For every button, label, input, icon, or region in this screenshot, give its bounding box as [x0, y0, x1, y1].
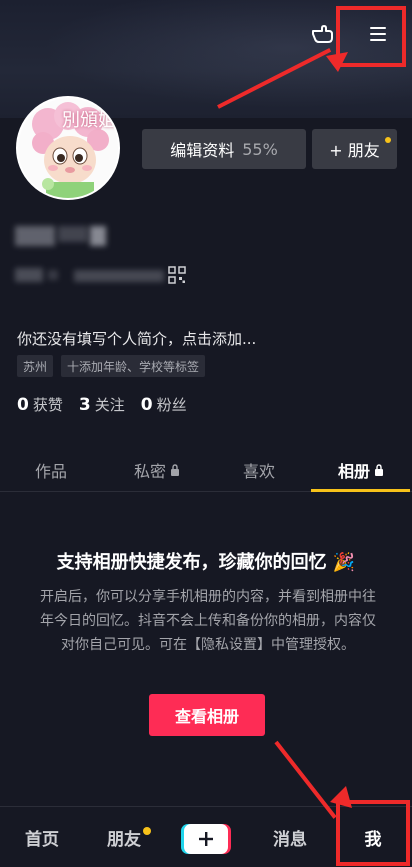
tab-private-label: 私密: [133, 462, 166, 481]
likes-count: 0: [17, 395, 29, 415]
edit-profile-label: 编辑资料: [170, 141, 235, 160]
view-album-label: 查看相册: [174, 707, 239, 726]
blurred-username: [15, 226, 55, 246]
annotation-arrowhead-menu: [326, 52, 348, 72]
avatar[interactable]: 別頒姐: [16, 96, 120, 200]
add-tags-button[interactable]: 十添加年龄、学校等标签: [61, 355, 206, 377]
friend-notification-dot: [385, 137, 391, 143]
tab-album-label: 相册: [337, 462, 370, 481]
content-tabs: 作品 私密 喜欢 相册: [0, 448, 412, 492]
nav-messages[interactable]: 消息: [262, 807, 318, 867]
blurred-username-3: [90, 226, 106, 246]
nav-home-label: 首页: [25, 830, 59, 850]
blurred-account-id-2: [48, 270, 58, 280]
fans-label[interactable]: 粉丝: [157, 394, 187, 415]
view-album-button[interactable]: 查看相册: [149, 694, 265, 736]
album-description: 开启后，你可以分享手机相册的内容，并看到相册中往年今日的回忆。抖音不会上传和备份…: [40, 589, 376, 653]
profile-bio[interactable]: 你还没有填写个人简介，点击添加...: [17, 328, 256, 349]
album-title: 支持相册快捷发布，珍藏你的回忆 🎉: [56, 552, 356, 573]
friends-notification-dot: [143, 827, 151, 835]
fans-count: 0: [140, 395, 153, 415]
plus-icon: [199, 832, 213, 846]
edit-profile-button[interactable]: 编辑资料 55%: [142, 129, 306, 169]
qr-code-icon[interactable]: [168, 266, 186, 284]
avatar-caption: 別頒姐: [62, 110, 116, 131]
tab-album[interactable]: 相册: [312, 448, 410, 492]
blurred-account-id: [15, 268, 43, 282]
tab-works-label: 作品: [34, 462, 67, 481]
nav-friends-label: 朋友: [107, 830, 141, 850]
active-tab-indicator: [311, 489, 410, 492]
edit-profile-progress: 55%: [242, 139, 278, 159]
blurred-username-2: [58, 226, 88, 242]
tab-likes[interactable]: 喜欢: [210, 448, 308, 492]
add-friend-label: + 朋友: [329, 141, 380, 160]
tab-private[interactable]: 私密: [108, 448, 206, 492]
likes-label[interactable]: 获赞: [33, 394, 63, 415]
tab-works[interactable]: 作品: [2, 448, 100, 492]
tab-likes-label: 喜欢: [242, 462, 275, 481]
lock-icon: [171, 464, 179, 476]
nav-friends[interactable]: 朋友: [96, 807, 152, 867]
create-button[interactable]: [184, 824, 228, 854]
annotation-arrowhead-me: [330, 786, 352, 808]
location-tag[interactable]: 苏州: [17, 355, 54, 377]
add-friend-button[interactable]: + 朋友: [312, 129, 397, 169]
following-label[interactable]: 关注: [95, 394, 125, 415]
blurred-account-id-3: [74, 270, 164, 282]
profile-stats: 0 获赞 3 关注 0 粉丝: [17, 394, 203, 415]
following-count: 3: [78, 395, 91, 415]
hand-pointer-icon[interactable]: [308, 18, 336, 46]
nav-messages-label: 消息: [273, 830, 307, 850]
nav-home[interactable]: 首页: [14, 807, 70, 867]
lock-icon: [375, 464, 383, 476]
